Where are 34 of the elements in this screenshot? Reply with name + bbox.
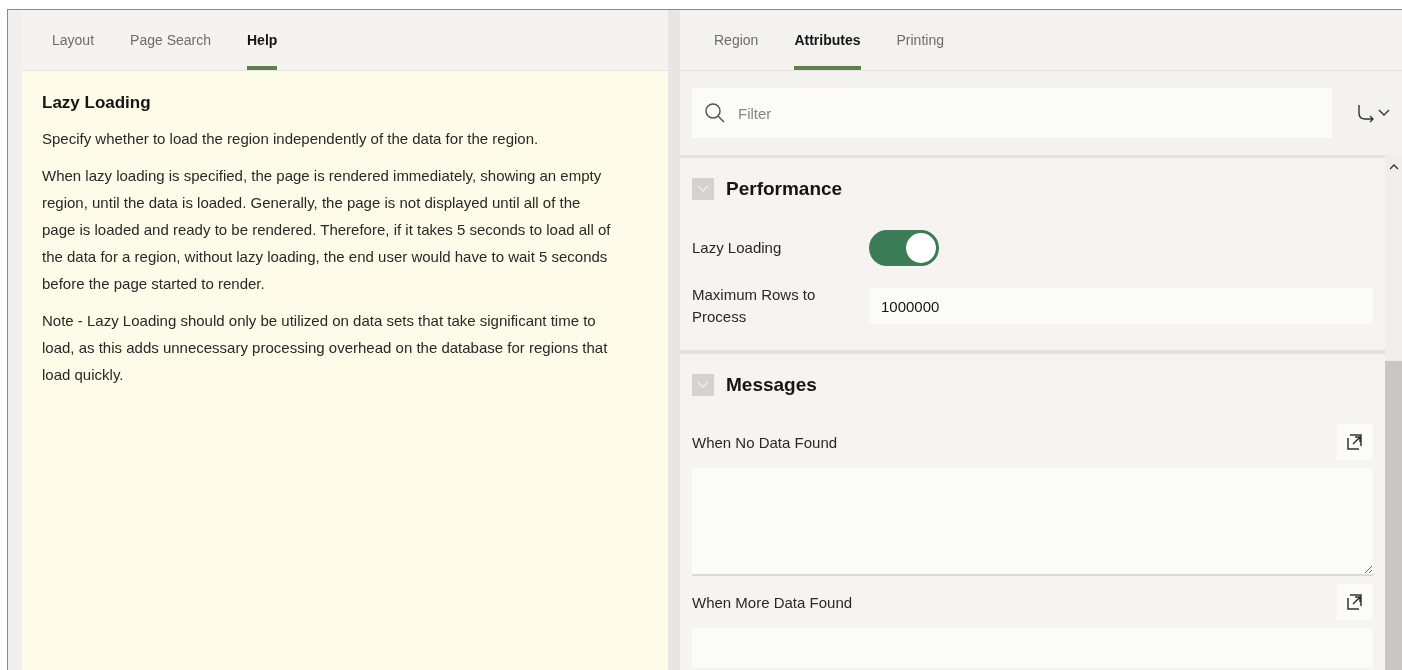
chevron-icon: [697, 381, 709, 389]
tab[interactable]: Region: [714, 10, 759, 70]
caret-icon: [1378, 109, 1390, 117]
tab[interactable]: Layout: [52, 10, 95, 70]
tab[interactable]: Attributes: [794, 10, 861, 70]
filter-field[interactable]: Filter: [692, 88, 1332, 138]
collapse-toggle[interactable]: [692, 178, 714, 200]
input-field[interactable]: 1000000: [869, 288, 1373, 324]
expand-icon: [1346, 433, 1364, 451]
tab[interactable]: Printing: [896, 10, 944, 70]
text-area[interactable]: [692, 468, 1373, 576]
help-paragraph: When lazy loading is specified, the page is rendered immediately, showing an empty region, until the data is loaded. Generally, the page is not displayed until all of the page is loaded and ready to be rendered. Therefore, if it takes 5 seconds to load all of the data for a region, without lazy loading, the end user would have to wait 5 seconds before the page started to render.: [42, 166, 612, 294]
section-title: Performance: [726, 178, 843, 200]
panel-splitter[interactable]: [668, 10, 680, 670]
collapse-toggle[interactable]: [692, 374, 714, 396]
expand-button[interactable]: [1337, 584, 1373, 620]
arrow-icon: [1356, 103, 1376, 123]
expand-icon: [1346, 593, 1364, 611]
expand-button[interactable]: [1337, 424, 1373, 460]
help-paragraph: Specify whether to load the region independently of the data for the region.: [42, 129, 540, 149]
go-to-menu-button[interactable]: [1356, 103, 1390, 123]
section-title: Messages: [726, 374, 817, 396]
toggle-switch[interactable]: [869, 230, 939, 266]
caret-up-icon: [1388, 163, 1399, 171]
field-label: When More Data Found: [692, 593, 853, 611]
tab[interactable]: Page Search: [130, 10, 211, 70]
field-label: Lazy Loading: [692, 238, 783, 258]
scrollbar[interactable]: [1385, 155, 1402, 670]
field-label: Maximum Rows to Process: [692, 285, 817, 327]
help-paragraph: Note - Lazy Loading should only be utilized on data sets that take significant time to load, as this adds unnecessary processing overhead on the database for regions that load quickly.: [42, 311, 609, 385]
help-title: Lazy Loading: [42, 93, 152, 113]
field-label: When No Data Found: [692, 433, 838, 451]
chevron-icon: [697, 185, 709, 193]
search-icon: [704, 102, 726, 124]
